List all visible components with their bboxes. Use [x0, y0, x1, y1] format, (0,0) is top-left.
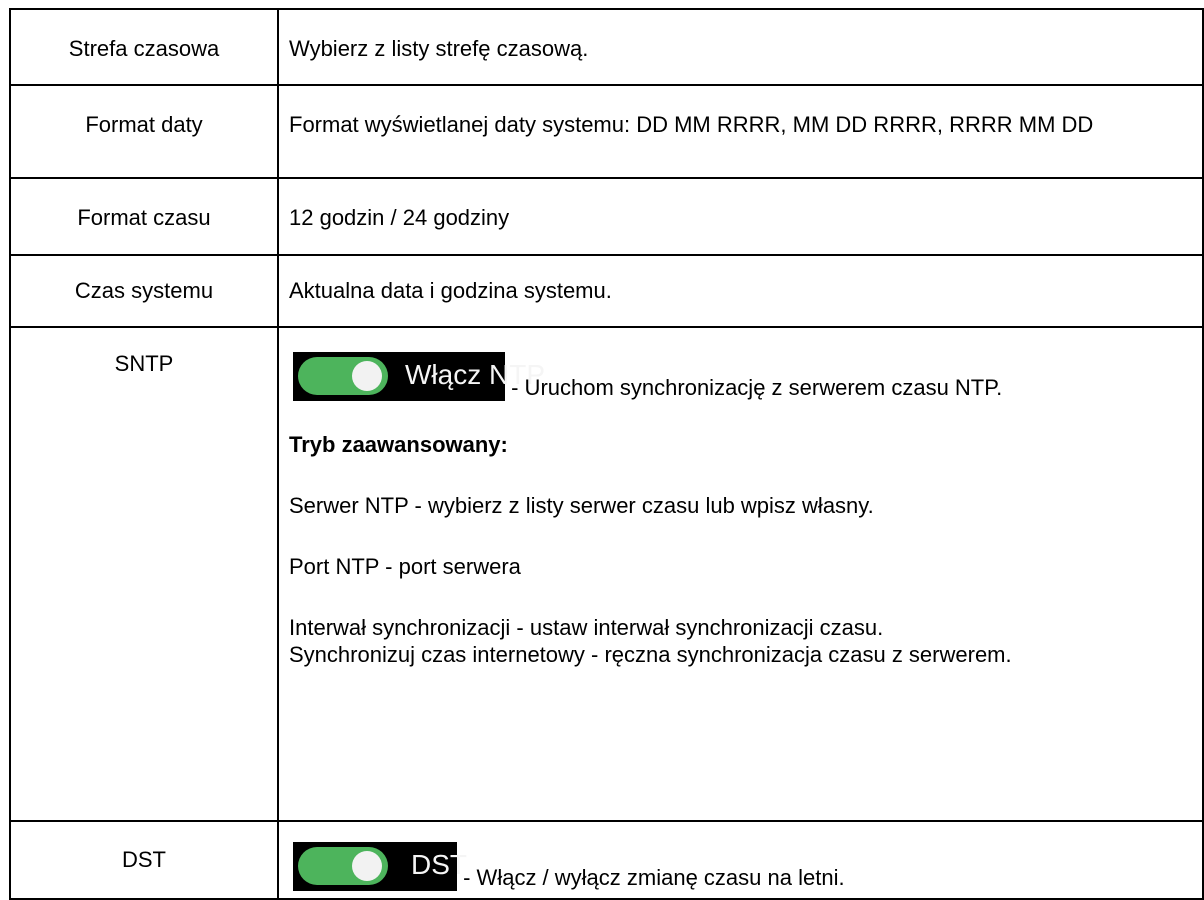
table-row-strefa-czasowa: Strefa czasowa Wybierz z listy strefę cz… [9, 8, 1204, 86]
dst-toggle-label: DST [411, 849, 467, 880]
table-row-dst: DST DST - Włącz / wyłącz zmianę czasu na… [9, 820, 1204, 900]
ntp-toggle-label: Włącz NTP [405, 359, 545, 390]
advanced-mode-heading: Tryb zaawansowany: [289, 432, 508, 457]
table-row-czas-systemu: Czas systemu Aktualna data i godzina sys… [9, 254, 1204, 328]
ntp-port-text: Port NTP - port serwera [289, 554, 521, 579]
row-label: Format daty [9, 84, 279, 179]
dst-toggle-description: - Włącz / wyłącz zmianę czasu na letni. [457, 865, 845, 890]
row-description-dst: DST - Włącz / wyłącz zmianę czasu na let… [277, 820, 1204, 900]
ntp-toggle-description: - Uruchom synchronizację z serwerem czas… [505, 375, 1003, 400]
ntp-toggle-paragraph: Włącz NTP - Uruchom synchronizację z ser… [289, 352, 1190, 401]
row-label: DST [9, 820, 279, 900]
table-row-format-daty: Format daty Format wyświetlanej daty sys… [9, 84, 1204, 179]
sync-interval-text: Interwał synchronizacji - ustaw interwał… [289, 615, 884, 640]
row-description-sntp: Włącz NTP - Uruchom synchronizację z ser… [277, 326, 1204, 822]
toggle-switch-on-icon [298, 847, 388, 885]
table-row-sntp: SNTP Włącz NTP - Uruchom synchronizację … [9, 326, 1204, 822]
row-label: Czas systemu [9, 254, 279, 328]
dst-toggle-paragraph: DST - Włącz / wyłącz zmianę czasu na let… [289, 842, 1190, 891]
row-description: Format wyświetlanej daty systemu: DD MM … [277, 84, 1204, 179]
ntp-toggle-chip: Włącz NTP [293, 352, 545, 401]
row-label: SNTP [9, 326, 279, 822]
row-description: Aktualna data i godzina systemu. [277, 254, 1204, 328]
dst-toggle-chip: DST [293, 842, 467, 891]
toggle-knob [352, 361, 382, 391]
settings-description-table: Strefa czasowa Wybierz z listy strefę cz… [9, 8, 1204, 900]
row-description: 12 godzin / 24 godziny [277, 177, 1204, 256]
table-row-format-czasu: Format czasu 12 godzin / 24 godziny [9, 177, 1204, 256]
sync-internet-time-text: Synchronizuj czas internetowy - ręczna s… [289, 642, 1012, 667]
ntp-server-text: Serwer NTP - wybierz z listy serwer czas… [289, 493, 874, 518]
row-description: Wybierz z listy strefę czasową. [277, 8, 1204, 86]
row-label: Format czasu [9, 177, 279, 256]
row-label: Strefa czasowa [9, 8, 279, 86]
toggle-switch-on-icon [298, 357, 388, 395]
